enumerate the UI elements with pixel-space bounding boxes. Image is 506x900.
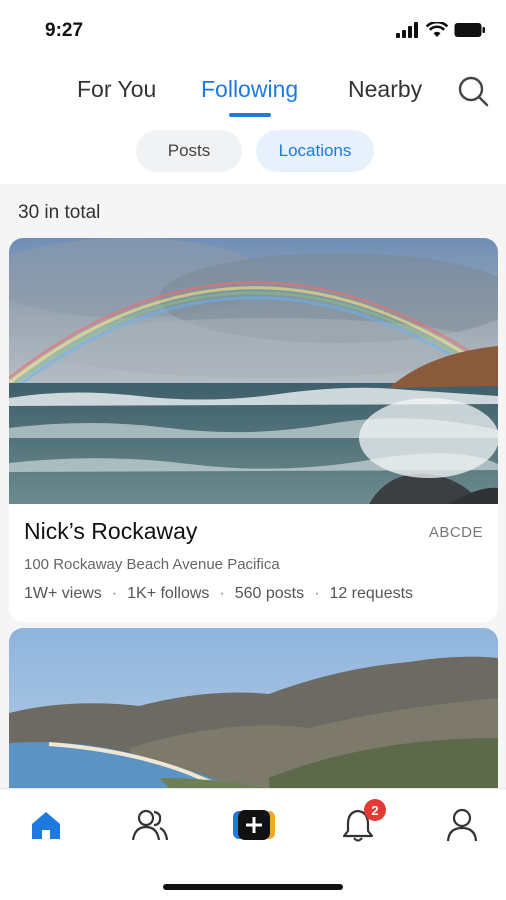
- tab-for-you[interactable]: For You: [77, 76, 156, 103]
- location-title[interactable]: Nick’s Rockaway: [24, 518, 197, 545]
- status-bar: 9:27: [0, 0, 506, 60]
- stat-views: 1W+ views: [24, 585, 102, 602]
- home-indicator: [163, 884, 343, 890]
- tab-nearby[interactable]: Nearby: [348, 76, 422, 103]
- location-card[interactable]: Nick’s Rockaway ABCDE 100 Rockaway Beach…: [9, 238, 498, 622]
- stat-separator: ·: [314, 585, 320, 602]
- active-tab-indicator: [229, 113, 271, 117]
- location-address: 100 Rockaway Beach Avenue Pacifica: [24, 556, 280, 573]
- feed-content: 30 in total Nick’s Rockaway ABCDE 100 Ro…: [0, 184, 506, 788]
- location-stats: 1W+ views · 1K+ follows · 560 posts · 12…: [24, 585, 413, 603]
- friends-icon: [131, 809, 169, 841]
- signal-icon: [396, 22, 418, 38]
- nav-profile[interactable]: [440, 803, 484, 847]
- add-post-icon: [233, 810, 275, 840]
- bottom-navigation: 2: [0, 788, 506, 900]
- location-card[interactable]: [9, 628, 498, 788]
- tab-following[interactable]: Following: [201, 76, 298, 103]
- nav-notifications[interactable]: 2: [336, 799, 386, 847]
- content-type-segments: Posts Locations: [0, 130, 506, 174]
- segment-locations[interactable]: Locations: [256, 130, 374, 172]
- nav-add-post[interactable]: [232, 803, 276, 847]
- segment-posts[interactable]: Posts: [136, 130, 242, 172]
- wifi-icon: [426, 22, 448, 37]
- status-time: 9:27: [45, 20, 84, 41]
- nav-friends[interactable]: [128, 803, 172, 847]
- location-photo[interactable]: [9, 238, 498, 504]
- battery-icon: [454, 23, 485, 37]
- stat-separator: ·: [111, 585, 118, 602]
- status-icons: [396, 22, 486, 38]
- nav-home[interactable]: [24, 803, 68, 847]
- total-count: 30 in total: [18, 202, 101, 223]
- profile-icon: [446, 808, 478, 842]
- notification-badge: 2: [364, 799, 386, 821]
- location-photo[interactable]: [9, 628, 498, 788]
- stat-separator: ·: [219, 585, 225, 602]
- top-navigation: For You Following Nearby: [0, 70, 506, 120]
- search-icon: [458, 76, 489, 107]
- stat-follows: 1K+ follows: [127, 585, 210, 602]
- stat-requests: 12 requests: [329, 585, 414, 602]
- location-tag: ABCDE: [428, 524, 483, 541]
- home-icon: [32, 812, 60, 839]
- search-button[interactable]: [456, 74, 490, 108]
- stat-posts: 560 posts: [234, 585, 305, 602]
